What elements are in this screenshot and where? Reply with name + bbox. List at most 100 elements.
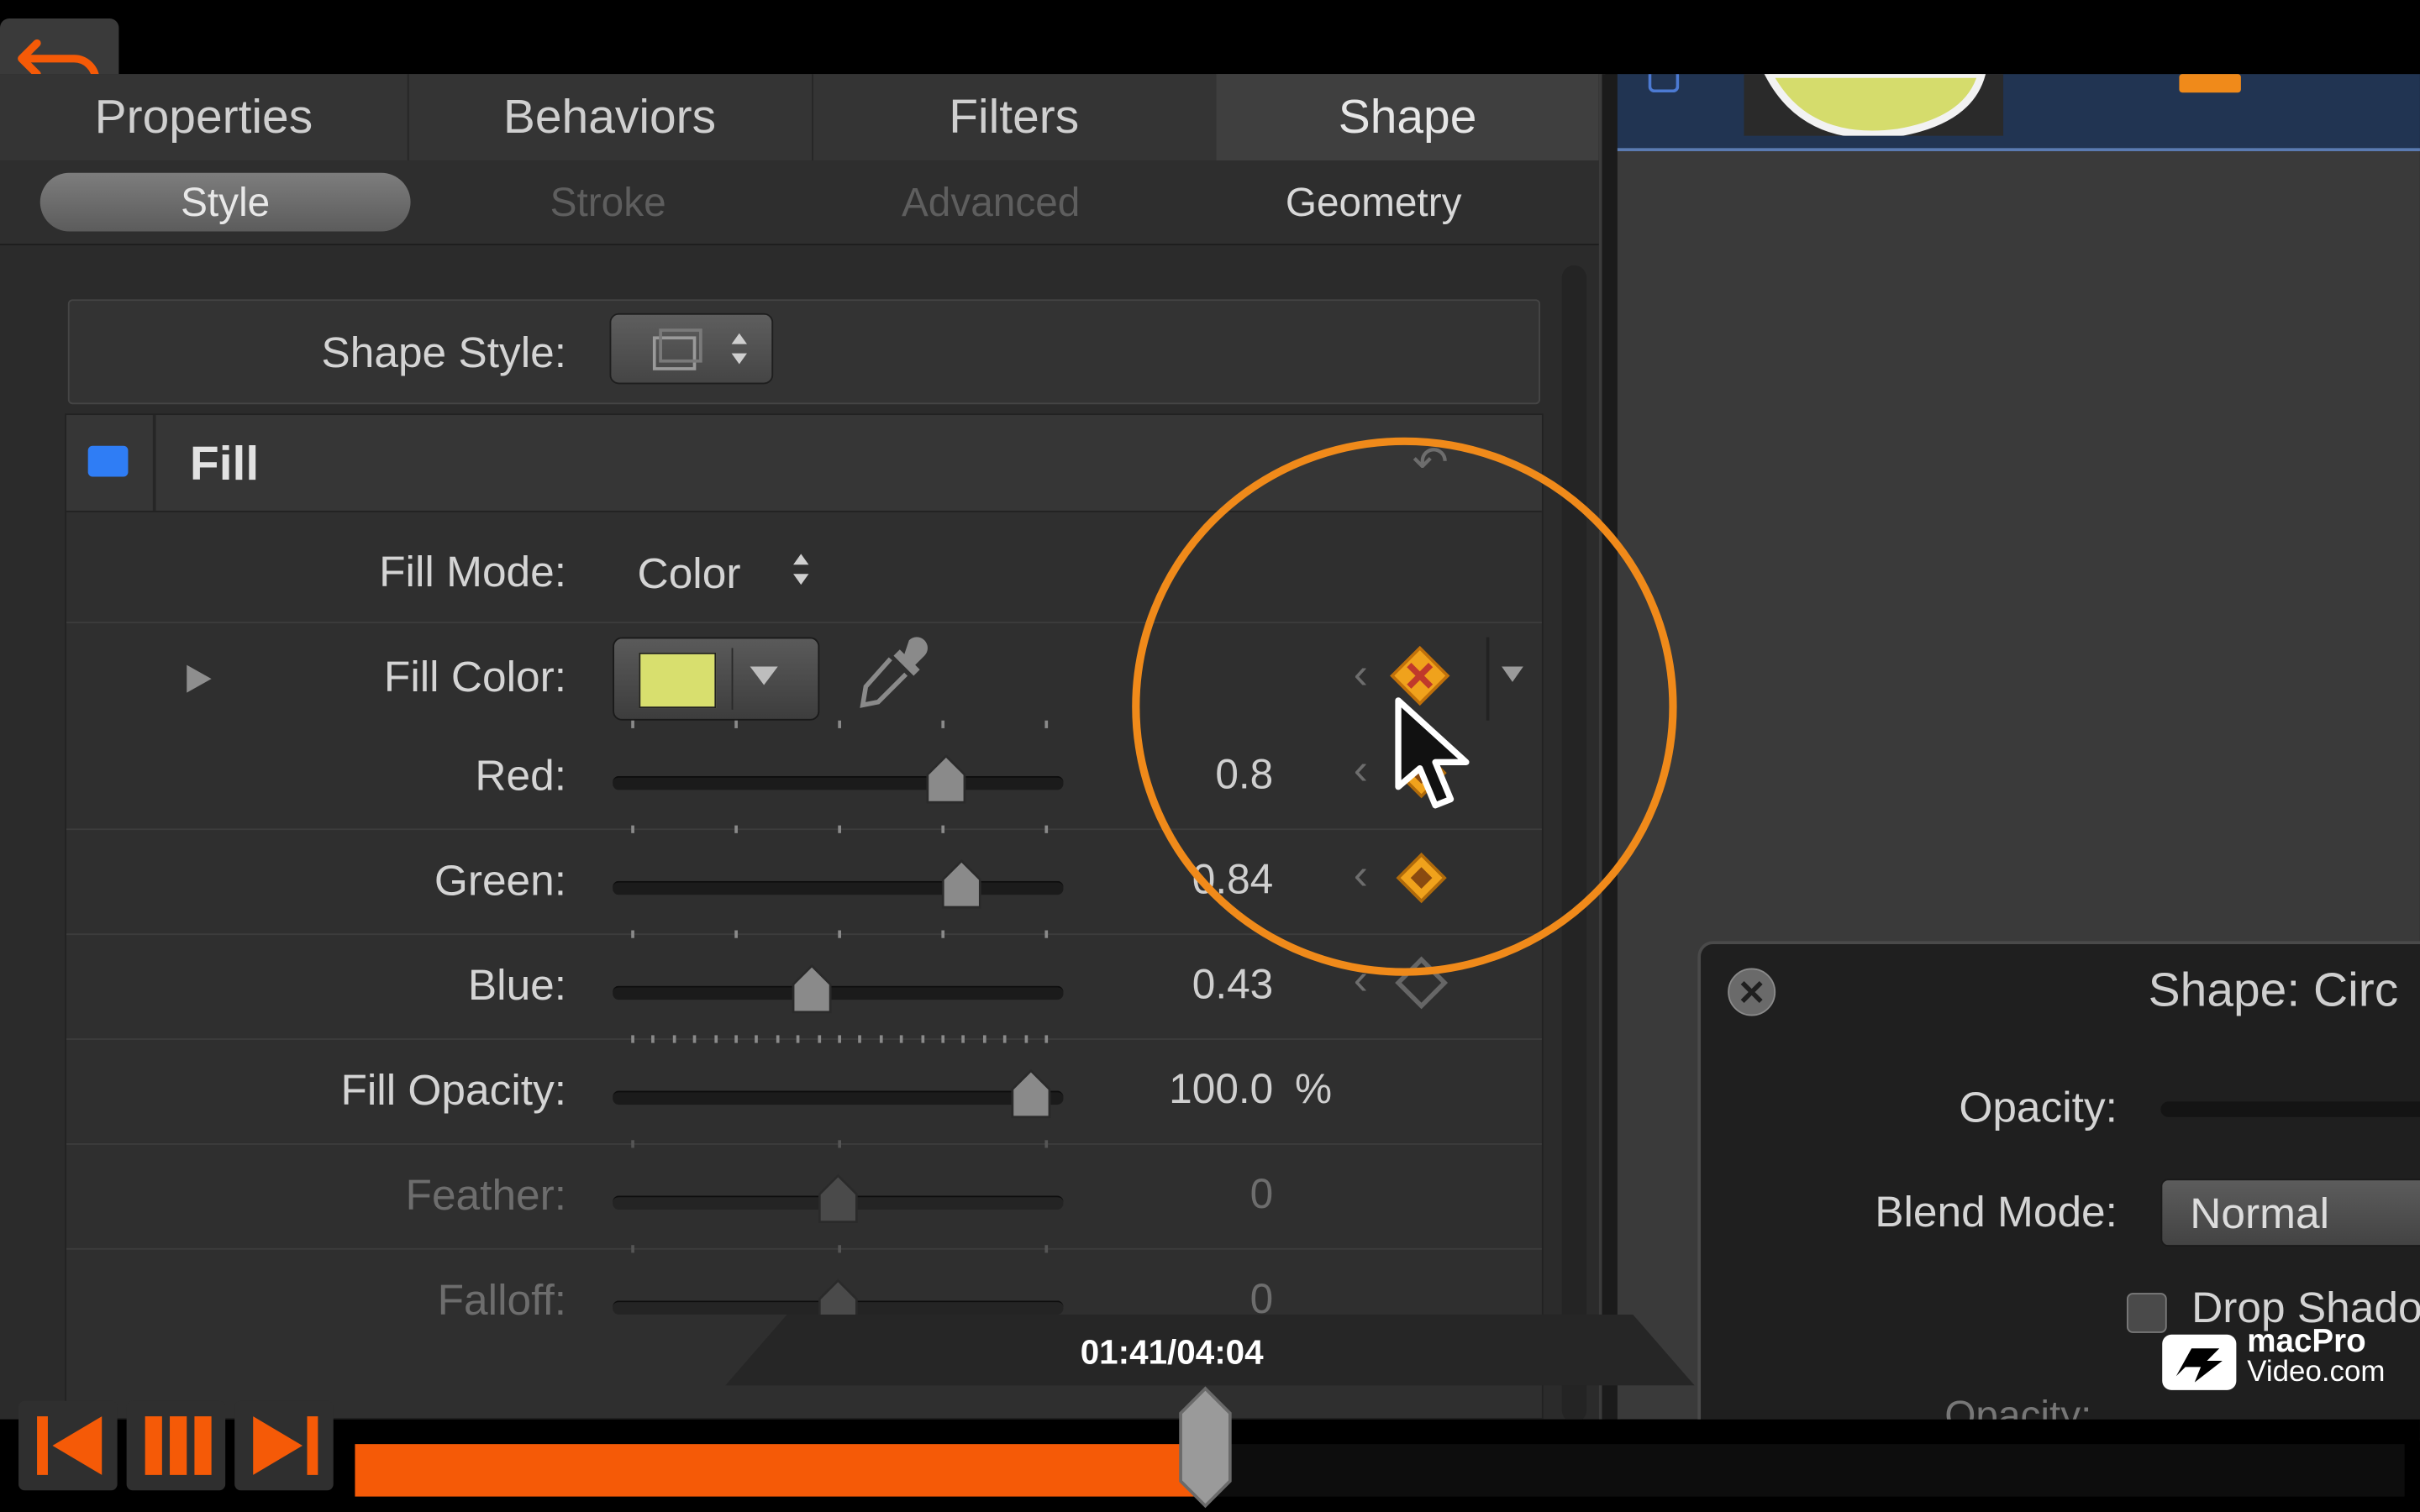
slider-tick (734, 930, 738, 938)
pause-button[interactable] (126, 1400, 226, 1491)
close-icon[interactable] (1725, 966, 1777, 1018)
layer-thumbnail[interactable] (1744, 70, 2004, 139)
slider-ticks (613, 930, 1063, 940)
subtab-stroke[interactable]: Stroke (423, 173, 793, 232)
shape-style-label: Shape Style: (321, 328, 567, 377)
layer-toggle[interactable] (1648, 74, 1680, 93)
slider-tick (838, 930, 842, 938)
slider-thumb[interactable] (791, 963, 831, 1014)
chevron-down-icon[interactable] (747, 657, 781, 694)
tab-behaviors[interactable]: Behaviors (408, 74, 813, 161)
tab-filters[interactable]: Filters (812, 74, 1218, 161)
timeline-marker[interactable] (2179, 74, 2241, 93)
slider-ticks (613, 825, 1063, 835)
next-button[interactable] (234, 1400, 334, 1491)
slider-tick (838, 1035, 842, 1043)
slider-tick (982, 1035, 986, 1043)
stepper-arrows-icon (731, 333, 747, 365)
fill-enable-checkbox[interactable] (87, 445, 129, 477)
slider-tick (1044, 1035, 1049, 1043)
subtab-style[interactable]: Style (39, 172, 411, 232)
slider-tick (631, 1245, 634, 1253)
slider-tick (941, 1035, 945, 1043)
logo-mark-icon (2162, 1334, 2237, 1390)
fill-color-well[interactable] (613, 637, 820, 721)
slider-tick (920, 1035, 924, 1043)
slider-tick (858, 1035, 862, 1043)
tab-properties[interactable]: Properties (0, 74, 409, 161)
slider-tick (900, 1035, 903, 1043)
progress-scrubber[interactable] (1178, 1385, 1234, 1509)
slider-track[interactable] (613, 880, 1064, 895)
slider-tick (941, 825, 945, 833)
slider-track[interactable] (613, 1090, 1064, 1105)
inspector-tabs: Properties Behaviors Filters Shape (0, 74, 1606, 162)
macprovideo-logo: macPro Video.com (2160, 1323, 2392, 1391)
eyedropper-icon[interactable] (856, 634, 934, 717)
screen: Properties Behaviors Filters Shape Style… (0, 0, 2420, 1512)
slider-label: Fill Opacity: (340, 1066, 567, 1115)
slider-thumb[interactable] (1011, 1068, 1051, 1119)
slider-tick (755, 1035, 759, 1043)
fill-color-label: Fill Color: (383, 652, 567, 701)
slider-thumb[interactable] (818, 1173, 858, 1224)
slider-tick (631, 825, 634, 833)
fill-mode-value: Color (637, 549, 741, 597)
timeline-strip (1617, 74, 2420, 151)
slider-ticks (613, 1140, 1063, 1149)
slider-tick (1044, 720, 1049, 728)
hud-blend-label: Blend Mode: (1875, 1188, 2118, 1236)
hud-title: Shape: Circ (2148, 963, 2399, 1017)
slider-tick (672, 1035, 676, 1043)
slider-label: Falloff: (437, 1275, 567, 1324)
skip-forward-icon (253, 1416, 318, 1475)
shape-style-row: Shape Style: (67, 299, 1541, 405)
slider-thumb[interactable] (926, 754, 966, 804)
slider-tick (693, 1035, 697, 1043)
previous-button[interactable] (18, 1400, 118, 1491)
progress-fill (355, 1444, 1206, 1497)
slider-tick (941, 720, 945, 728)
fill-color-swatch[interactable] (639, 652, 717, 709)
slider-tick (1044, 1140, 1049, 1148)
slider-value[interactable]: 100.0 (1169, 1066, 1273, 1114)
slider-label: Green: (434, 856, 567, 905)
subtab-advanced[interactable]: Advanced (806, 173, 1176, 232)
mouse-cursor-icon (1395, 697, 1470, 809)
fill-mode-popup[interactable]: Color (638, 548, 812, 599)
slider-ticks (613, 1035, 1063, 1044)
slider-thumb[interactable] (941, 859, 981, 909)
divider (152, 415, 156, 511)
video-player-bar (0, 1386, 2420, 1512)
hud-blend-popup[interactable]: Normal (2160, 1179, 2420, 1247)
slider-tick (651, 1035, 655, 1043)
slider-label: Feather: (405, 1171, 567, 1219)
shape-style-icon (652, 328, 702, 370)
slider-tick (838, 1140, 842, 1148)
logo-text-line1: macPro (2247, 1323, 2366, 1360)
slider-track[interactable] (613, 985, 1064, 1000)
playback-time: 01:41/04:04 (1080, 1332, 1264, 1372)
tab-shape[interactable]: Shape (1216, 74, 1601, 161)
slider-tick (817, 1035, 821, 1043)
divider (731, 648, 734, 710)
slider-tick (1023, 1035, 1028, 1043)
slider-tick (1044, 1245, 1049, 1253)
slider-track[interactable] (613, 775, 1064, 790)
fill-title: Fill (189, 436, 260, 491)
slider-tick (734, 720, 738, 728)
slider-label: Red: (475, 751, 567, 800)
shape-style-popup[interactable] (609, 312, 774, 385)
stepper-arrows-icon (792, 554, 808, 585)
disclosure-triangle-icon[interactable] (184, 662, 215, 696)
slider-tick (1044, 825, 1049, 833)
slider-value[interactable]: 0 (1250, 1171, 1274, 1219)
skip-back-icon (37, 1416, 103, 1475)
drop-shadow-checkbox[interactable] (2126, 1293, 2167, 1333)
slider-tick (631, 720, 634, 728)
hud-opacity-slider[interactable] (2160, 1101, 2420, 1117)
fill-mode-label: Fill Mode: (379, 548, 567, 596)
slider-tick (1003, 1035, 1007, 1043)
slider-tick (713, 1035, 718, 1043)
subtab-geometry[interactable]: Geometry (1188, 173, 1559, 232)
